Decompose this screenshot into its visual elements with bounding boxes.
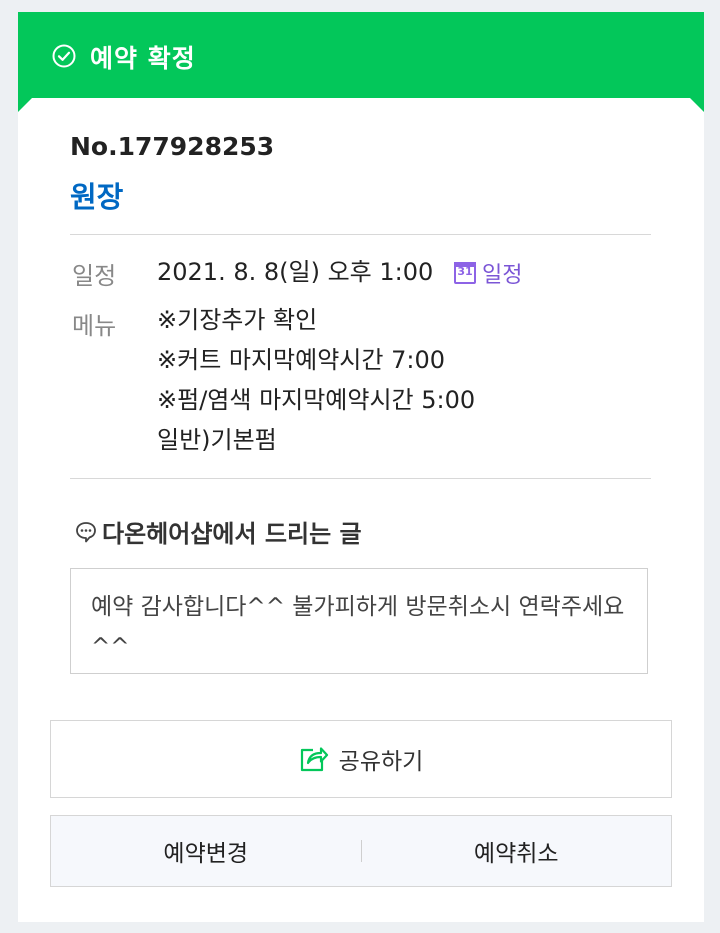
cancel-reservation-button[interactable]: 예약취소 <box>362 834 672 868</box>
header-notch-left <box>18 98 32 112</box>
reservation-card: 예약 확정 No.177928253 원장 일정 2021. 8. 8(일) 오… <box>18 12 704 922</box>
share-button[interactable]: 공유하기 <box>50 720 672 798</box>
change-reservation-button[interactable]: 예약변경 <box>51 834 361 868</box>
share-label: 공유하기 <box>338 749 424 775</box>
speech-bubble-icon <box>76 521 96 542</box>
action-bar: 예약변경 예약취소 <box>50 815 672 887</box>
status-title: 예약 확정 <box>90 44 196 73</box>
share-icon <box>300 747 328 772</box>
menu-line: 일반)기본펌 <box>157 426 277 454</box>
shop-name: 원장 <box>70 180 124 214</box>
menu-line: ※기장추가 확인 <box>157 306 318 334</box>
header-notch-right <box>690 98 704 112</box>
menu-line: ※커트 마지막예약시간 7:00 <box>157 346 445 374</box>
booking-number: No.177928253 <box>70 132 275 161</box>
divider <box>70 478 651 479</box>
menu-line: ※펌/염색 마지막예약시간 5:00 <box>157 386 476 414</box>
schedule-label: 일정 <box>72 262 117 290</box>
calendar-link-label: 일정 <box>482 263 523 288</box>
shop-message-heading: 다온헤어샵에서 드리는 글 <box>74 514 362 549</box>
add-to-calendar-link[interactable]: 31 일정 <box>454 258 522 288</box>
shop-message-heading-text: 다온헤어샵에서 드리는 글 <box>102 520 362 548</box>
check-circle-icon <box>52 44 76 68</box>
shop-message-box: 예약 감사합니다^^ 불가피하게 방문취소시 연락주세요^^ <box>70 568 648 674</box>
calendar-icon: 31 <box>454 262 476 284</box>
menu-label: 메뉴 <box>72 312 117 340</box>
status-header: 예약 확정 <box>18 12 704 98</box>
menu-list: ※기장추가 확인 ※커트 마지막예약시간 7:00 ※펌/염색 마지막예약시간 … <box>157 300 475 460</box>
schedule-value: 2021. 8. 8(일) 오후 1:00 <box>157 258 434 286</box>
divider <box>70 234 651 235</box>
